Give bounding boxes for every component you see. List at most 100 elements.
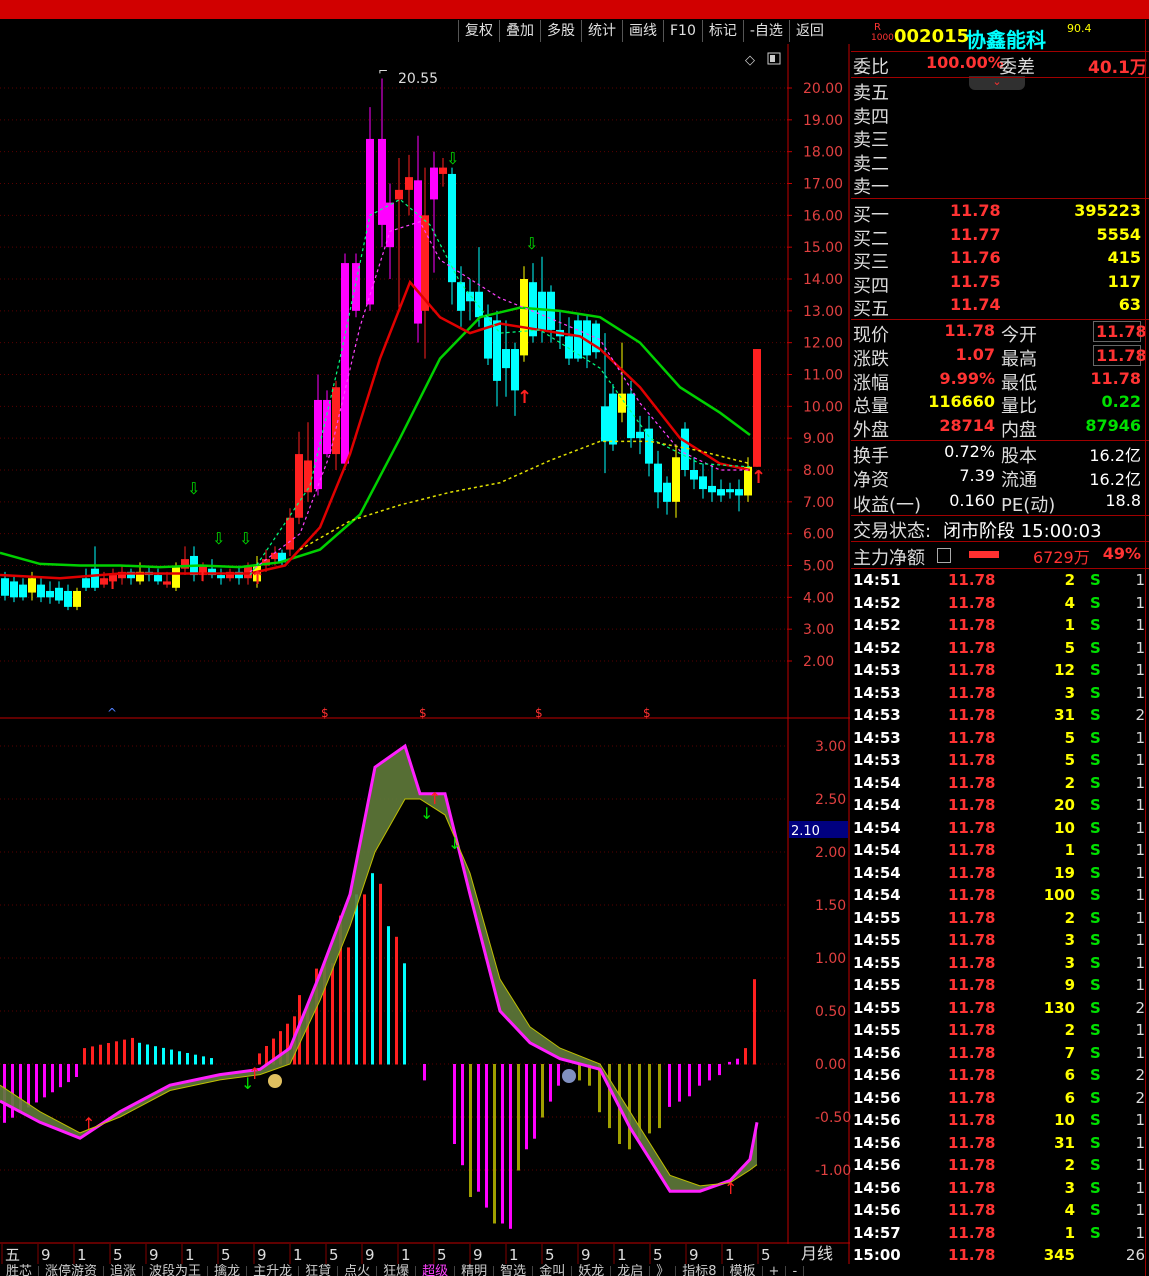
trade-tick-row: 14:51 11.78 2 S 1 xyxy=(851,571,1149,593)
tick-time: 14:54 xyxy=(853,886,901,904)
tick-price: 11.78 xyxy=(948,818,996,837)
indicator-tab[interactable]: 模板 xyxy=(724,1265,763,1276)
candle-body xyxy=(430,167,438,200)
trade-tick-row: 14:56 11.78 6 S 2 xyxy=(851,1066,1149,1088)
tick-side: S xyxy=(1090,1178,1101,1197)
ma-line-lightgreen xyxy=(249,198,751,576)
candle-body xyxy=(484,317,492,359)
trade-tick-row: 14:57 11.78 1 S 1 xyxy=(851,1224,1149,1246)
toolbar-button[interactable]: 复权 xyxy=(458,20,499,42)
trade-tick-row: 14:54 11.78 100 S 1 xyxy=(851,886,1149,908)
divider xyxy=(851,568,1149,569)
sub-axis-label: 3.00 xyxy=(815,739,846,755)
badge-top: R xyxy=(874,22,881,33)
main-flow-row: 主力净额 6729万 49% xyxy=(851,544,1145,569)
indicator-tab[interactable]: 超级 xyxy=(416,1265,456,1276)
toolbar-button[interactable]: 返回 xyxy=(788,20,830,42)
trade-tick-row: 14:56 11.78 7 S 1 xyxy=(851,1044,1149,1066)
tick-time: 14:53 xyxy=(853,683,901,702)
buy-arrow-icon: ↑ xyxy=(82,1114,95,1133)
candle-body xyxy=(395,189,403,200)
date-tick-label: 5 xyxy=(545,1246,555,1264)
candle-body xyxy=(726,489,734,493)
date-tick-label: 1 xyxy=(401,1246,411,1264)
indicator-tab[interactable]: 胜芯 xyxy=(0,1265,40,1276)
date-tick-label: 1 xyxy=(185,1246,195,1264)
indicator-tab[interactable]: 追涨 xyxy=(104,1265,144,1276)
tick-side: S xyxy=(1090,1111,1101,1129)
sub-axis-label: 2.00 xyxy=(815,845,846,861)
buy-level-row: 买四 11.75 117 xyxy=(851,271,1145,297)
date-tick-label: 1 xyxy=(725,1246,735,1264)
toolbar-button[interactable]: 统计 xyxy=(581,20,622,42)
buy-level-volume: 415 xyxy=(1107,248,1141,267)
histogram-bar xyxy=(658,1064,661,1129)
signal-marker-icon: ^ xyxy=(107,706,117,720)
tick-time: 14:55 xyxy=(853,1021,901,1039)
indicator-tab[interactable]: 金叫 xyxy=(533,1265,573,1276)
buy-arrow-icon: ↑ xyxy=(517,387,532,408)
indicator-tab[interactable]: 妖龙 xyxy=(572,1265,612,1276)
toolbar-button[interactable]: 标记 xyxy=(701,20,743,42)
chart-toolbar: 复权 叠加 多股 统计 画线 F10 标记 -自选 返回 xyxy=(458,20,830,44)
buy-level-label: 买四 xyxy=(853,275,889,297)
tick-price: 11.78 xyxy=(948,683,996,702)
indicator-tab[interactable]: 精明 xyxy=(455,1265,495,1276)
indicator-tab[interactable]: 主升龙 xyxy=(247,1265,300,1276)
indicator-tab[interactable]: 龙启 xyxy=(611,1265,651,1276)
kline-chart[interactable]: 20.0019.0018.0017.0016.0015.0014.0013.00… xyxy=(0,44,851,1264)
fund-value: 16.2亿 xyxy=(1089,470,1141,490)
toolbar-button[interactable]: F10 xyxy=(663,20,702,42)
toolbar-button[interactable]: 画线 xyxy=(622,20,663,42)
indicator-tab[interactable]: 涨停游资 xyxy=(39,1265,105,1276)
candle-body xyxy=(55,587,63,601)
histogram-bar xyxy=(131,1037,134,1065)
trade-tick-row: 14:52 11.78 1 S 1 xyxy=(851,616,1149,638)
list-icon[interactable] xyxy=(937,548,951,563)
candle-body xyxy=(332,387,340,455)
tick-volume: 31 xyxy=(1054,1133,1075,1152)
sell-level-row: 卖五 xyxy=(851,79,1145,104)
date-tick-label: 9 xyxy=(41,1246,51,1264)
toolbar-button[interactable]: -自选 xyxy=(742,20,789,42)
histogram-bar xyxy=(35,1064,38,1103)
tick-side: S xyxy=(1090,683,1101,702)
divider xyxy=(851,198,1149,199)
indicator-tab[interactable]: 》 xyxy=(650,1265,677,1276)
indicator-tab[interactable]: - xyxy=(786,1265,805,1276)
toolbar-button[interactable]: 叠加 xyxy=(499,20,540,42)
quote-value: 9.99% xyxy=(939,368,995,388)
tick-side: S xyxy=(1090,593,1101,612)
indicator-tab[interactable]: 擒龙 xyxy=(208,1265,248,1276)
candle-body xyxy=(46,590,54,598)
toolbar-button[interactable]: 多股 xyxy=(540,20,581,42)
main-flow-label: 主力净额 xyxy=(853,548,925,569)
buy-level-label: 买二 xyxy=(853,228,889,250)
trade-tick-row: 14:54 11.78 19 S 1 xyxy=(851,864,1149,886)
current-value-label: 2.10 xyxy=(791,824,820,839)
buy-level-price: 11.75 xyxy=(950,271,1001,291)
title-bar xyxy=(0,0,1149,19)
indicator-tab[interactable]: 智选 xyxy=(494,1265,534,1276)
indicator-tab[interactable]: 波段为王 xyxy=(143,1265,209,1276)
trade-tick-row: 14:56 11.78 6 S 2 xyxy=(851,1089,1149,1111)
tick-time: 14:56 xyxy=(853,1088,901,1107)
indicator-tab[interactable]: 点火 xyxy=(338,1265,378,1276)
histogram-bar xyxy=(509,1064,512,1229)
trade-status-row: 交易状态: 闭市阶段 15:00:03 xyxy=(851,517,1145,542)
indicator-tab[interactable]: 狂貸 xyxy=(299,1265,339,1276)
fund-label: 股本 xyxy=(1001,446,1037,467)
tick-volume: 345 xyxy=(1043,1246,1075,1264)
indicator-tab[interactable]: + xyxy=(763,1265,787,1276)
tick-time: 14:52 xyxy=(853,616,901,634)
diamond-icon[interactable]: ◇ xyxy=(745,53,755,68)
candle-body xyxy=(154,575,162,582)
trade-tick-row: 14:56 11.78 3 S 1 xyxy=(851,1179,1149,1201)
histogram-bar xyxy=(27,1064,30,1108)
candle-body xyxy=(690,470,698,480)
sell-arrow-icon: ⇩ xyxy=(525,234,538,253)
indicator-tab[interactable]: 指标8 xyxy=(676,1265,724,1276)
period-label[interactable]: 月线 xyxy=(801,1244,833,1263)
indicator-tab[interactable]: 狂爆 xyxy=(377,1265,417,1276)
candle-body xyxy=(28,578,36,593)
